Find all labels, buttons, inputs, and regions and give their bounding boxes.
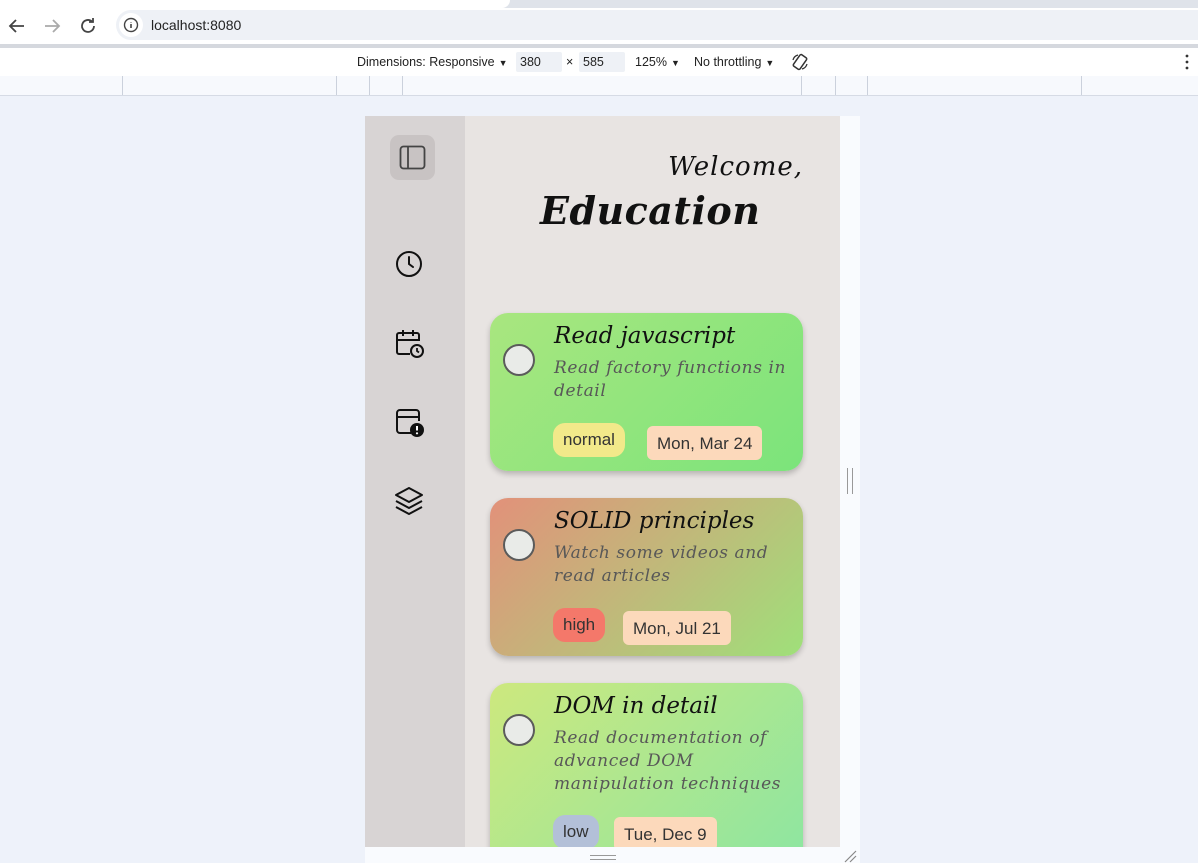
dimensions-dropdown[interactable]: Dimensions: Responsive ▼ [357,55,507,69]
address-bar[interactable]: localhost:8080 [116,10,1198,40]
ruler-tick [336,76,337,95]
task-description: Read documentation of advanced DOM manip… [554,728,782,794]
priority-badge: normal [553,423,625,457]
ruler-tick [369,76,370,95]
task-complete-checkbox[interactable] [503,529,535,561]
dropdown-arrow-icon: ▼ [498,58,508,68]
device-viewport: Welcome, Education Read javascript Read … [365,116,840,847]
calendar-clock-icon [396,330,424,358]
welcome-text: Welcome, [668,152,803,182]
nav-projects-button[interactable] [393,485,425,517]
dropdown-arrow-icon: ▼ [765,58,775,68]
due-date-badge: Mon, Mar 24 [647,426,763,460]
task-title: DOM in detail [554,693,718,719]
resize-grip-icon [847,468,853,494]
task-description: Watch some videos and read articles [554,543,769,586]
device-toolbar: Dimensions: Responsive ▼ 380 × 585 125% ▼ … [0,48,1198,76]
ruler-tick [1081,76,1082,95]
tab-strip [0,0,1198,8]
task-card[interactable]: Read javascript Read factory functions i… [490,313,803,471]
resize-corner-icon[interactable] [843,849,857,863]
site-info-icon[interactable] [119,13,143,37]
ruler-tick [867,76,868,95]
throttling-label: No throttling [694,55,762,69]
nav-upcoming-button[interactable] [393,327,425,359]
task-card[interactable]: DOM in detail Read documentation of adva… [490,683,803,847]
ruler-tick [801,76,802,95]
task-title: SOLID principles [554,508,755,534]
dropdown-arrow-icon: ▼ [670,58,680,68]
resize-handle-bottom[interactable] [365,847,860,863]
due-date-badge: Mon, Jul 21 [623,611,731,645]
width-input[interactable]: 380 [516,52,562,72]
project-title: Education [540,188,761,233]
resize-grip-icon [590,855,616,860]
resize-handle-right[interactable] [840,116,860,847]
task-description: Read factory functions in detail [554,358,787,401]
due-date-badge: Tue, Dec 9 [614,817,717,847]
more-options-icon[interactable] [1184,54,1190,70]
rotate-icon[interactable] [790,52,810,72]
task-complete-checkbox[interactable] [503,344,535,376]
browser-toolbar: localhost:8080 [0,8,1198,44]
forward-arrow-icon[interactable] [40,14,64,38]
zoom-dropdown[interactable]: 125% ▼ [635,55,680,69]
ruler-tick [835,76,836,95]
height-input[interactable]: 585 [579,52,625,72]
ruler-tick [122,76,123,95]
active-tab[interactable] [0,0,510,8]
reload-icon[interactable] [76,14,100,38]
throttling-dropdown[interactable]: No throttling ▼ [694,55,774,69]
calendar-alert-icon [396,409,424,437]
sidebar [365,116,465,847]
task-title: Read javascript [554,323,736,349]
clock-icon [396,251,422,277]
sidebar-toggle-button[interactable] [390,135,435,180]
layers-icon [395,487,423,515]
priority-badge: low [553,815,599,847]
ruler-tick [402,76,403,95]
task-card[interactable]: SOLID principles Watch some videos and r… [490,498,803,656]
task-complete-checkbox[interactable] [503,714,535,746]
url-text: localhost:8080 [151,17,242,33]
nav-overdue-button[interactable] [393,406,425,438]
zoom-label: 125% [635,55,667,69]
dimensions-label: Dimensions: Responsive [357,55,495,69]
media-query-ruler[interactable] [0,76,1198,96]
dimension-separator: × [566,55,574,69]
back-arrow-icon[interactable] [5,14,29,38]
sidebar-toggle-icon [399,145,426,170]
priority-badge: high [553,608,606,642]
nav-today-button[interactable] [393,248,425,280]
